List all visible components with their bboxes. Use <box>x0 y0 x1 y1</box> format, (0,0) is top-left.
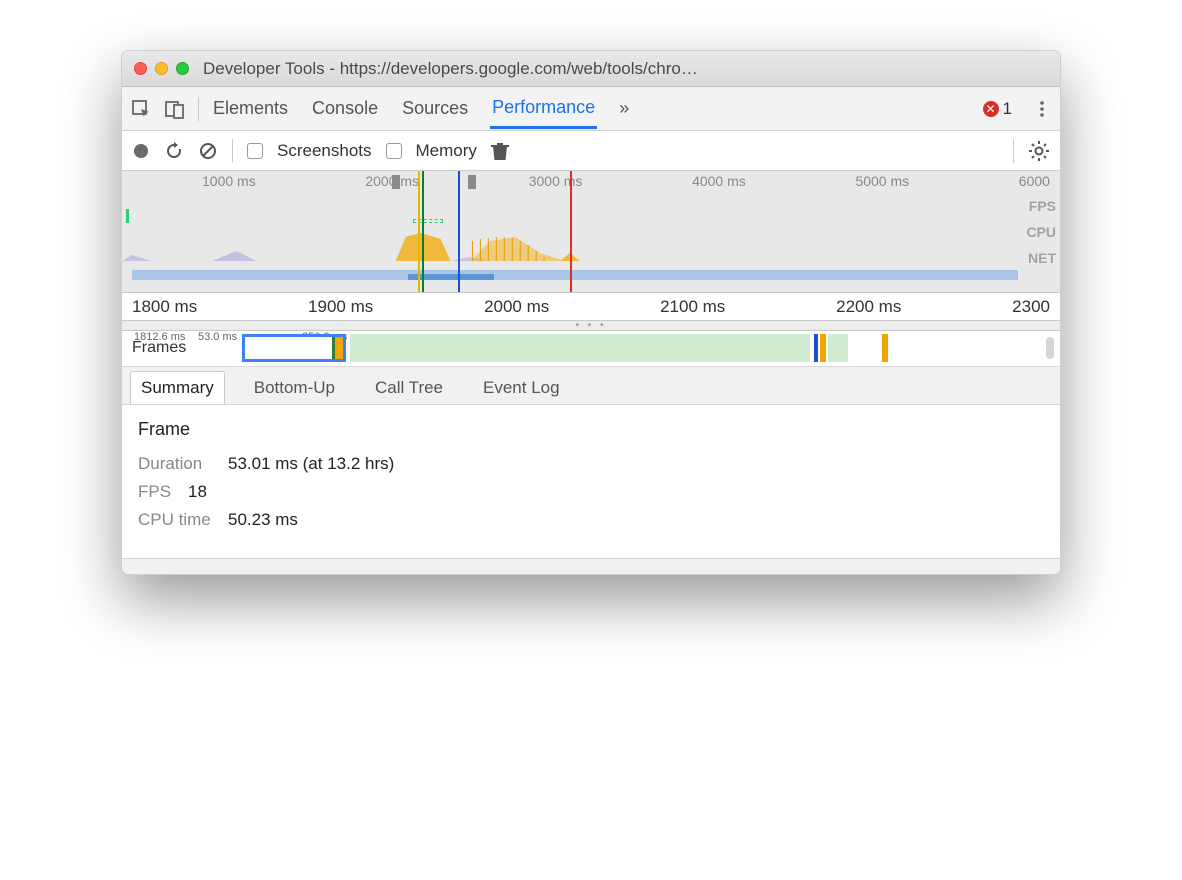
cpu-time-key: CPU time <box>138 510 220 530</box>
panel-tabs: Elements Console Sources Performance » ✕… <box>122 87 1060 131</box>
screenshots-checkbox[interactable] <box>247 143 263 159</box>
dr-tick: 2100 ms <box>660 297 725 317</box>
summary-row: Duration 53.01 ms (at 13.2 hrs) <box>138 454 1044 474</box>
selection-handle-right[interactable] <box>468 175 476 189</box>
frame-block[interactable] <box>350 334 810 362</box>
frame-time-marker: 1812.6 ms <box>134 331 185 343</box>
close-button[interactable] <box>134 62 147 75</box>
frame-stripe <box>814 334 818 362</box>
tab-event-log[interactable]: Event Log <box>472 371 571 404</box>
performance-toolbar: Screenshots Memory <box>122 131 1060 171</box>
clear-icon[interactable] <box>198 141 218 161</box>
detail-ruler[interactable]: 1800 ms 1900 ms 2000 ms 2100 ms 2200 ms … <box>122 293 1060 321</box>
dr-tick: 2000 ms <box>484 297 549 317</box>
marker-blue <box>458 171 460 292</box>
summary-heading: Frame <box>138 419 1044 440</box>
selection-handle-left[interactable] <box>392 175 400 189</box>
ov-tick: 5000 ms <box>855 173 909 189</box>
fps-key: FPS <box>138 482 180 502</box>
error-count: 1 <box>1003 99 1012 119</box>
tab-call-tree[interactable]: Call Tree <box>364 371 454 404</box>
ov-tick: 4000 ms <box>692 173 746 189</box>
record-icon[interactable] <box>132 142 150 160</box>
summary-row: CPU time 50.23 ms <box>138 510 1044 530</box>
maximize-button[interactable] <box>176 62 189 75</box>
error-icon: ✕ <box>983 101 999 117</box>
minimize-button[interactable] <box>155 62 168 75</box>
dr-tick: 1900 ms <box>308 297 373 317</box>
resize-gripper[interactable]: • • • <box>122 321 1060 331</box>
cpu-time-value: 50.23 ms <box>228 510 298 530</box>
overview-track-labels: FPS CPU NET <box>1026 193 1056 271</box>
devtools-window: Developer Tools - https://developers.goo… <box>121 50 1061 575</box>
frame-time-marker: 53.0 ms <box>198 331 237 343</box>
frames-row[interactable]: Frames 1812.6 ms 53.0 ms 250.2 ms <box>122 331 1060 367</box>
dr-tick: 1800 ms <box>132 297 197 317</box>
fps-label: FPS <box>1026 193 1056 219</box>
tab-performance[interactable]: Performance <box>490 89 597 129</box>
separator <box>232 139 233 163</box>
ov-tick: 6000 <box>1019 173 1050 189</box>
net-label: NET <box>1026 245 1056 271</box>
dr-tick: 2300 <box>1012 297 1050 317</box>
frame-selected[interactable] <box>242 334 346 362</box>
device-mode-icon[interactable] <box>164 98 186 120</box>
screenshots-label: Screenshots <box>277 141 372 161</box>
footer-strip <box>122 558 1060 574</box>
summary-row: FPS 18 <box>138 482 1044 502</box>
marker-green <box>422 171 424 292</box>
cpu-label: CPU <box>1026 219 1056 245</box>
marker-red <box>570 171 572 292</box>
kebab-menu-icon[interactable] <box>1032 99 1052 119</box>
duration-value: 53.01 ms (at 13.2 hrs) <box>228 454 394 474</box>
inspect-icon[interactable] <box>130 98 152 120</box>
tab-bottom-up[interactable]: Bottom-Up <box>243 371 346 404</box>
tab-elements[interactable]: Elements <box>211 90 290 127</box>
trash-icon[interactable] <box>491 141 509 161</box>
window-title: Developer Tools - https://developers.goo… <box>203 59 698 79</box>
marker-yellow <box>418 171 420 292</box>
frame-stripe <box>820 334 826 362</box>
traffic-lights <box>134 62 189 75</box>
window-titlebar: Developer Tools - https://developers.goo… <box>122 51 1060 87</box>
memory-label: Memory <box>416 141 477 161</box>
reload-icon[interactable] <box>164 141 184 161</box>
tabs-overflow[interactable]: » <box>617 90 631 127</box>
duration-key: Duration <box>138 454 220 474</box>
separator <box>198 97 199 121</box>
overview-pane[interactable]: 1000 ms 2000 ms 3000 ms 4000 ms 5000 ms … <box>122 171 1060 293</box>
tab-console[interactable]: Console <box>310 90 380 127</box>
separator <box>1013 139 1014 163</box>
frame-stripe <box>882 334 888 362</box>
dr-tick: 2200 ms <box>836 297 901 317</box>
overview-ruler: 1000 ms 2000 ms 3000 ms 4000 ms 5000 ms … <box>122 171 1060 189</box>
fps-value: 18 <box>188 482 207 502</box>
tab-summary[interactable]: Summary <box>130 371 225 404</box>
scrollbar-thumb[interactable] <box>1046 337 1054 359</box>
gear-icon[interactable] <box>1028 140 1050 162</box>
summary-panel: Frame Duration 53.01 ms (at 13.2 hrs) FP… <box>122 405 1060 558</box>
ov-tick: 1000 ms <box>202 173 256 189</box>
memory-checkbox[interactable] <box>386 143 402 159</box>
details-tabs: Summary Bottom-Up Call Tree Event Log <box>122 367 1060 405</box>
ov-tick: 3000 ms <box>529 173 583 189</box>
tabs-row: Elements Console Sources Performance » <box>211 89 971 129</box>
frame-block[interactable] <box>828 334 848 362</box>
tab-sources[interactable]: Sources <box>400 90 470 127</box>
error-badge[interactable]: ✕ 1 <box>983 99 1012 119</box>
